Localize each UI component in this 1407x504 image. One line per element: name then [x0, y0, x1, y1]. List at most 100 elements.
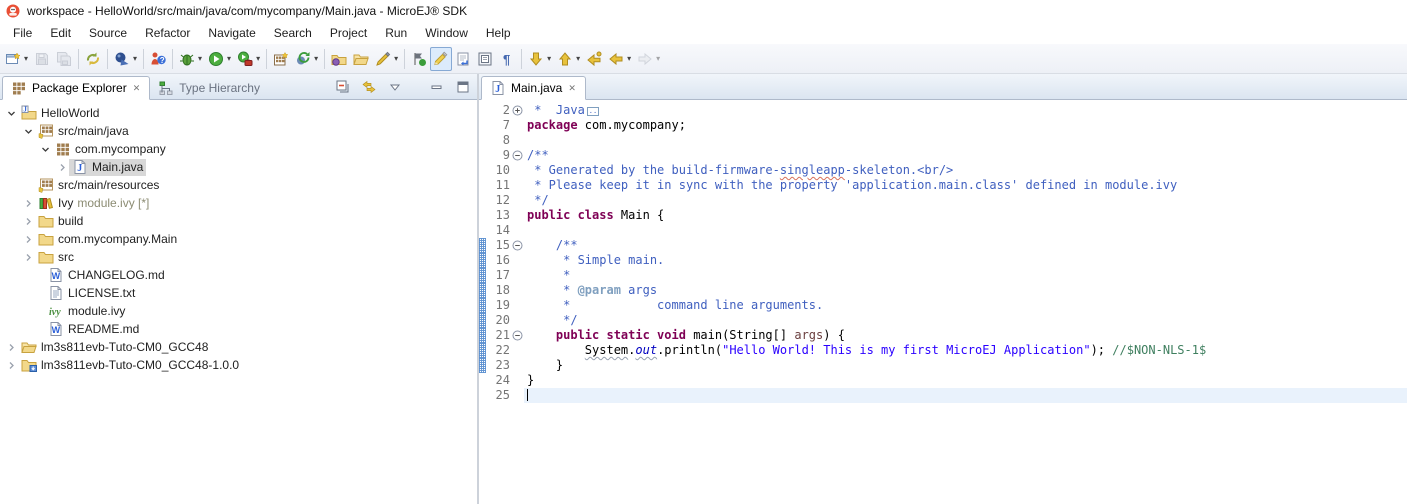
tree-item-module-ivy[interactable]: ivy module.ivy — [0, 302, 477, 320]
chevron-right-icon[interactable] — [21, 234, 35, 245]
code-text[interactable]: * command line arguments. — [524, 298, 1407, 313]
import-button[interactable] — [328, 47, 350, 71]
code-line-25[interactable]: 25 — [479, 388, 1407, 403]
menu-file[interactable]: File — [4, 23, 41, 43]
chevron-down-icon[interactable] — [38, 144, 52, 155]
fold-collapse-icon[interactable] — [510, 148, 524, 163]
tree-item-com-mycompany-main[interactable]: com.mycompany.Main — [0, 230, 477, 248]
resolve-dropdown[interactable]: ▾ — [314, 54, 318, 63]
chevron-right-icon[interactable] — [21, 216, 35, 227]
code-text[interactable]: } — [524, 358, 1407, 373]
tree-item-body[interactable]: J Main.java — [69, 158, 147, 176]
new-java-project-button[interactable] — [270, 47, 292, 71]
code-line-18[interactable]: 18 * @param args — [479, 283, 1407, 298]
line-number[interactable]: 14 — [486, 223, 510, 238]
tree-item-body[interactable]: build — [35, 213, 86, 230]
tree-item-build[interactable]: build — [0, 212, 477, 230]
line-number[interactable]: 10 — [486, 163, 510, 178]
menu-search[interactable]: Search — [265, 23, 321, 43]
code-text[interactable] — [524, 223, 1407, 238]
line-number[interactable]: 22 — [486, 343, 510, 358]
editor-tab-main-java[interactable]: J Main.java ✕ — [481, 76, 586, 100]
code-text[interactable]: package com.mycompany; — [524, 118, 1407, 133]
code-line-23[interactable]: 23 } — [479, 358, 1407, 373]
code-text[interactable]: * Simple main. — [524, 253, 1407, 268]
microej-build-button[interactable]: ▾ — [111, 47, 140, 71]
debug-dropdown[interactable]: ▾ — [198, 54, 202, 63]
line-number[interactable]: 24 — [486, 373, 510, 388]
code-text[interactable]: * Generated by the build-firmware-single… — [524, 163, 1407, 178]
tree-item-src[interactable]: src — [0, 248, 477, 266]
menu-refactor[interactable]: Refactor — [136, 23, 199, 43]
new-wizard-button[interactable]: ▾ — [2, 47, 31, 71]
line-number[interactable]: 7 — [486, 118, 510, 133]
code-line-24[interactable]: 24} — [479, 373, 1407, 388]
tree-item-src-main-java[interactable]: src/main/java — [0, 122, 477, 140]
line-number[interactable]: 15 — [486, 238, 510, 253]
line-number[interactable]: 17 — [486, 268, 510, 283]
code-text[interactable]: * Please keep it in sync with the proper… — [524, 178, 1407, 193]
code-line-21[interactable]: 21 public static void main(String[] args… — [479, 328, 1407, 343]
tree-item-main-java[interactable]: J Main.java — [0, 158, 477, 176]
code-text[interactable]: public static void main(String[] args) { — [524, 328, 1407, 343]
line-number[interactable]: 11 — [486, 178, 510, 193]
tree-item-ivy[interactable]: Ivy module.ivy [*] — [0, 194, 477, 212]
line-number[interactable]: 8 — [486, 133, 510, 148]
tree-item-body[interactable]: src — [35, 249, 77, 266]
chevron-right-icon[interactable] — [4, 342, 18, 353]
tree-item-body[interactable]: com.mycompany — [52, 141, 169, 158]
show-whitespace-button[interactable]: ¶ — [496, 47, 518, 71]
line-number[interactable]: 12 — [486, 193, 510, 208]
tree-item-src-main-resources[interactable]: src/main/resources — [0, 176, 477, 194]
format-dropdown[interactable]: ▾ — [394, 54, 398, 63]
tree-item-changelog-md[interactable]: W CHANGELOG.md — [0, 266, 477, 284]
line-number[interactable]: 23 — [486, 358, 510, 373]
next-change-button[interactable] — [408, 47, 430, 71]
menu-help[interactable]: Help — [477, 23, 520, 43]
menu-window[interactable]: Window — [416, 23, 477, 43]
external-tools-button[interactable]: ▾ — [234, 47, 263, 71]
show-source-button[interactable] — [474, 47, 496, 71]
line-number[interactable]: 21 — [486, 328, 510, 343]
tree-item-body[interactable]: lm3s811evb-Tuto-CM0_GCC48-1.0.0 — [18, 357, 242, 374]
tree-item-license-txt[interactable]: LICENSE.txt — [0, 284, 477, 302]
chevron-down-icon[interactable] — [21, 126, 35, 137]
fold-expand-icon[interactable] — [510, 103, 524, 118]
code-line-10[interactable]: 10 * Generated by the build-firmware-sin… — [479, 163, 1407, 178]
menu-project[interactable]: Project — [321, 23, 376, 43]
line-number[interactable]: 2 — [486, 103, 510, 118]
mark-occurrences-button[interactable] — [430, 46, 453, 71]
tree-item-body[interactable]: com.mycompany.Main — [35, 231, 180, 248]
code-line-2[interactable]: 2 * Java.. — [479, 103, 1407, 118]
tree-item-body[interactable]: W README.md — [45, 321, 142, 338]
code-editor[interactable]: 2 * Java.. 7 package com.mycompany; 8 9/** 10… — [479, 100, 1407, 504]
code-line-12[interactable]: 12 */ — [479, 193, 1407, 208]
line-number[interactable]: 25 — [486, 388, 510, 403]
code-line-13[interactable]: 13 public class Main { — [479, 208, 1407, 223]
previous-annotation-dropdown[interactable]: ▾ — [576, 54, 580, 63]
code-text[interactable]: */ — [524, 313, 1407, 328]
code-line-11[interactable]: 11 * Please keep it in sync with the pro… — [479, 178, 1407, 193]
code-line-20[interactable]: 20 */ — [479, 313, 1407, 328]
chevron-right-icon[interactable] — [4, 360, 18, 371]
format-button[interactable]: ▾ — [372, 47, 401, 71]
menu-edit[interactable]: Edit — [41, 23, 80, 43]
code-text[interactable]: } — [524, 373, 1407, 388]
tree-item-body[interactable]: LICENSE.txt — [45, 285, 138, 302]
code-text[interactable]: /** — [524, 238, 1407, 253]
microej-build-dropdown[interactable]: ▾ — [133, 54, 137, 63]
menu-run[interactable]: Run — [376, 23, 416, 43]
code-line-16[interactable]: 16 * Simple main. — [479, 253, 1407, 268]
refresh-button[interactable] — [82, 47, 104, 71]
code-line-7[interactable]: 7 package com.mycompany; — [479, 118, 1407, 133]
code-line-8[interactable]: 8 — [479, 133, 1407, 148]
support-button[interactable]: ? — [147, 47, 169, 71]
code-text[interactable]: * — [524, 268, 1407, 283]
line-number[interactable]: 19 — [486, 298, 510, 313]
tree-item-helloworld[interactable]: J HelloWorld — [0, 104, 477, 122]
back-dropdown[interactable]: ▾ — [627, 54, 631, 63]
code-text[interactable]: * Java.. — [524, 103, 1407, 118]
resolve-button[interactable]: ▾ — [292, 47, 321, 71]
maximize-button[interactable] — [453, 77, 473, 97]
debug-button[interactable]: ▾ — [176, 47, 205, 71]
